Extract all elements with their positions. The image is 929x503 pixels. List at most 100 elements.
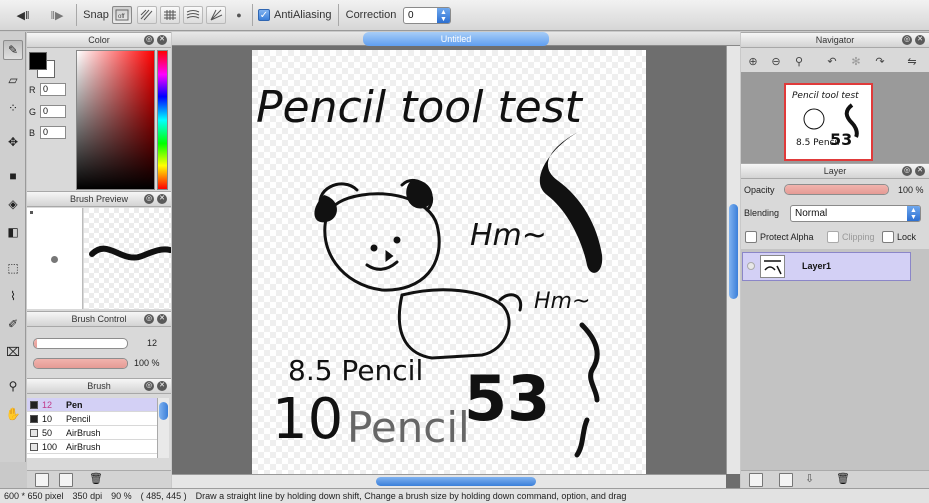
zoom-in-icon[interactable]: ⊕ [744, 50, 762, 72]
brush-tip-marker [30, 211, 33, 214]
snap-curve-icon [186, 10, 200, 19]
panel-menu-icon[interactable]: ◎ [144, 194, 154, 204]
rotate-left-icon[interactable]: ↶ [823, 50, 841, 72]
brush-list-item[interactable]: 100 AirBrush [27, 440, 157, 454]
rotate-right-icon[interactable]: ↷ [871, 50, 889, 72]
antialiasing-checkbox[interactable]: ✓ [258, 9, 270, 21]
saturation-value-picker[interactable] [76, 50, 155, 190]
layer-name: Layer1 [802, 261, 832, 271]
correction-label: Correction [345, 9, 397, 21]
b-input[interactable]: 0 [40, 126, 66, 139]
panel-menu-icon[interactable]: ◎ [144, 35, 154, 45]
select-rect-icon[interactable]: ⬚ [3, 258, 23, 278]
g-input[interactable]: 0 [40, 105, 66, 118]
correction-select[interactable]: 0 ▲ ▼ [403, 7, 451, 24]
undo-icon[interactable]: ◀‖ [14, 6, 32, 24]
close-icon[interactable]: ✕ [915, 35, 925, 45]
r-label: R [29, 85, 36, 95]
clipping-toggle[interactable]: Clipping [827, 231, 875, 243]
trash-icon[interactable]: 🗑 [89, 472, 103, 485]
toolbar-divider [252, 4, 253, 26]
brush-list-item[interactable]: 12 Pen [27, 398, 157, 412]
snap-grid-button[interactable] [160, 6, 180, 24]
brush-name: AirBrush [66, 442, 101, 452]
foreground-color-swatch[interactable] [29, 52, 47, 70]
duplicate-brush-icon[interactable] [59, 473, 73, 487]
brush-list-scroll-thumb[interactable] [159, 402, 168, 420]
b-label: B [29, 128, 36, 138]
hue-slider[interactable] [157, 50, 168, 190]
antialiasing-toggle[interactable]: ✓ AntiAliasing [258, 6, 336, 24]
layer-row[interactable]: Layer1 [742, 252, 911, 281]
snap-radial-icon [210, 9, 223, 21]
brush-stroke-preview [84, 208, 171, 309]
clipping-checkbox[interactable] [827, 231, 839, 243]
brush-list-item[interactable]: 10 Pencil [27, 412, 157, 426]
trash-icon[interactable]: 🗑 [836, 472, 850, 485]
panel-menu-icon[interactable]: ◎ [902, 166, 912, 176]
brush-opacity-slider[interactable] [33, 358, 128, 369]
close-icon[interactable]: ✕ [157, 194, 167, 204]
snap-off-button[interactable]: off [112, 6, 132, 24]
lasso-tool-icon[interactable]: ⌇ [3, 286, 23, 306]
close-icon[interactable]: ✕ [157, 314, 167, 324]
panel-menu-icon[interactable]: ◎ [144, 381, 154, 391]
fill-tool-icon[interactable]: ◈ [3, 194, 23, 214]
r-input[interactable]: 0 [40, 83, 66, 96]
dot-tool-icon[interactable]: ⁘ [3, 98, 23, 118]
brush-control-header: Brush Control ◎ ✕ [27, 311, 171, 327]
canvas-vscroll-thumb[interactable] [729, 204, 738, 299]
snap-radial-button[interactable] [206, 6, 226, 24]
protect-alpha-checkbox[interactable] [745, 231, 757, 243]
merge-layer-icon[interactable]: ⇩ [805, 472, 814, 485]
pen-tool-icon[interactable]: ✎ [3, 40, 23, 60]
layer-opacity-slider[interactable] [784, 184, 889, 195]
flip-icon[interactable]: ⇋ [903, 50, 921, 72]
redo-icon[interactable]: ‖▶ [48, 6, 66, 24]
eraser-tool-icon[interactable]: ▱ [3, 70, 23, 90]
rotate-reset-icon[interactable]: ✻ [847, 50, 865, 72]
select-pen-icon[interactable]: ✐ [3, 314, 23, 334]
rect-tool-icon[interactable]: ■ [3, 166, 23, 186]
lock-toggle[interactable]: Lock [882, 231, 916, 243]
blending-select[interactable]: Normal ▲ ▼ [790, 205, 921, 222]
protect-alpha-toggle[interactable]: Protect Alpha [745, 231, 814, 243]
brush-preview-panel: Brush Preview ◎ ✕ [27, 191, 171, 311]
brush-list-scrollbar[interactable] [157, 398, 169, 458]
status-coords: ( 485, 445 ) [140, 491, 187, 501]
panel-menu-icon[interactable]: ◎ [144, 314, 154, 324]
brush-panel-title: Brush [87, 381, 111, 391]
hand-tool-icon[interactable]: ✋ [3, 404, 23, 424]
close-icon[interactable]: ✕ [157, 381, 167, 391]
gradient-tool-icon[interactable]: ◧ [3, 222, 23, 242]
zoom-out-icon[interactable]: ⊖ [767, 50, 785, 72]
duplicate-layer-icon[interactable] [779, 473, 793, 487]
antialiasing-label: AntiAliasing [274, 9, 332, 21]
move-tool-icon[interactable]: ✥ [3, 132, 23, 152]
layer-visibility-icon[interactable] [747, 262, 755, 270]
eyedropper-icon[interactable]: ⚲ [3, 376, 23, 396]
main-toolbar: ◀‖ ‖▶ Snap off ● ✓ AntiAliasing Correcti… [0, 0, 929, 31]
snap-curve-button[interactable] [183, 6, 203, 24]
canvas-horizontal-scrollbar[interactable] [172, 474, 726, 488]
canvas-hscroll-thumb[interactable] [376, 477, 536, 486]
close-icon[interactable]: ✕ [915, 166, 925, 176]
brush-size-slider[interactable] [33, 338, 128, 349]
zoom-actual-icon[interactable]: ⚲ [790, 50, 808, 72]
document-tab[interactable]: Untitled [363, 32, 549, 46]
select-eraser-icon[interactable]: ⌧ [3, 342, 23, 362]
new-layer-icon[interactable] [749, 473, 763, 487]
lock-checkbox[interactable] [882, 231, 894, 243]
navigator-thumbnail[interactable]: Pencil tool test 8.5 Pencil 53 [784, 83, 873, 161]
new-brush-icon[interactable] [35, 473, 49, 487]
status-hint: Draw a straight line by holding down shi… [195, 491, 627, 501]
snap-point-icon[interactable]: ● [232, 6, 246, 24]
blending-label: Blending [744, 208, 780, 218]
drawing-canvas[interactable]: Pencil tool test Hm~ Hm~ 8.5 Pencil 10 P… [252, 50, 646, 477]
panel-menu-icon[interactable]: ◎ [902, 35, 912, 45]
brush-list-item[interactable]: 50 AirBrush [27, 426, 157, 440]
snap-parallel-button[interactable] [137, 6, 157, 24]
close-icon[interactable]: ✕ [157, 35, 167, 45]
canvas-vertical-scrollbar[interactable] [726, 46, 740, 474]
layer-panel: Layer ◎ ✕ Opacity 100 % Blending Normal ▲… [741, 163, 929, 470]
